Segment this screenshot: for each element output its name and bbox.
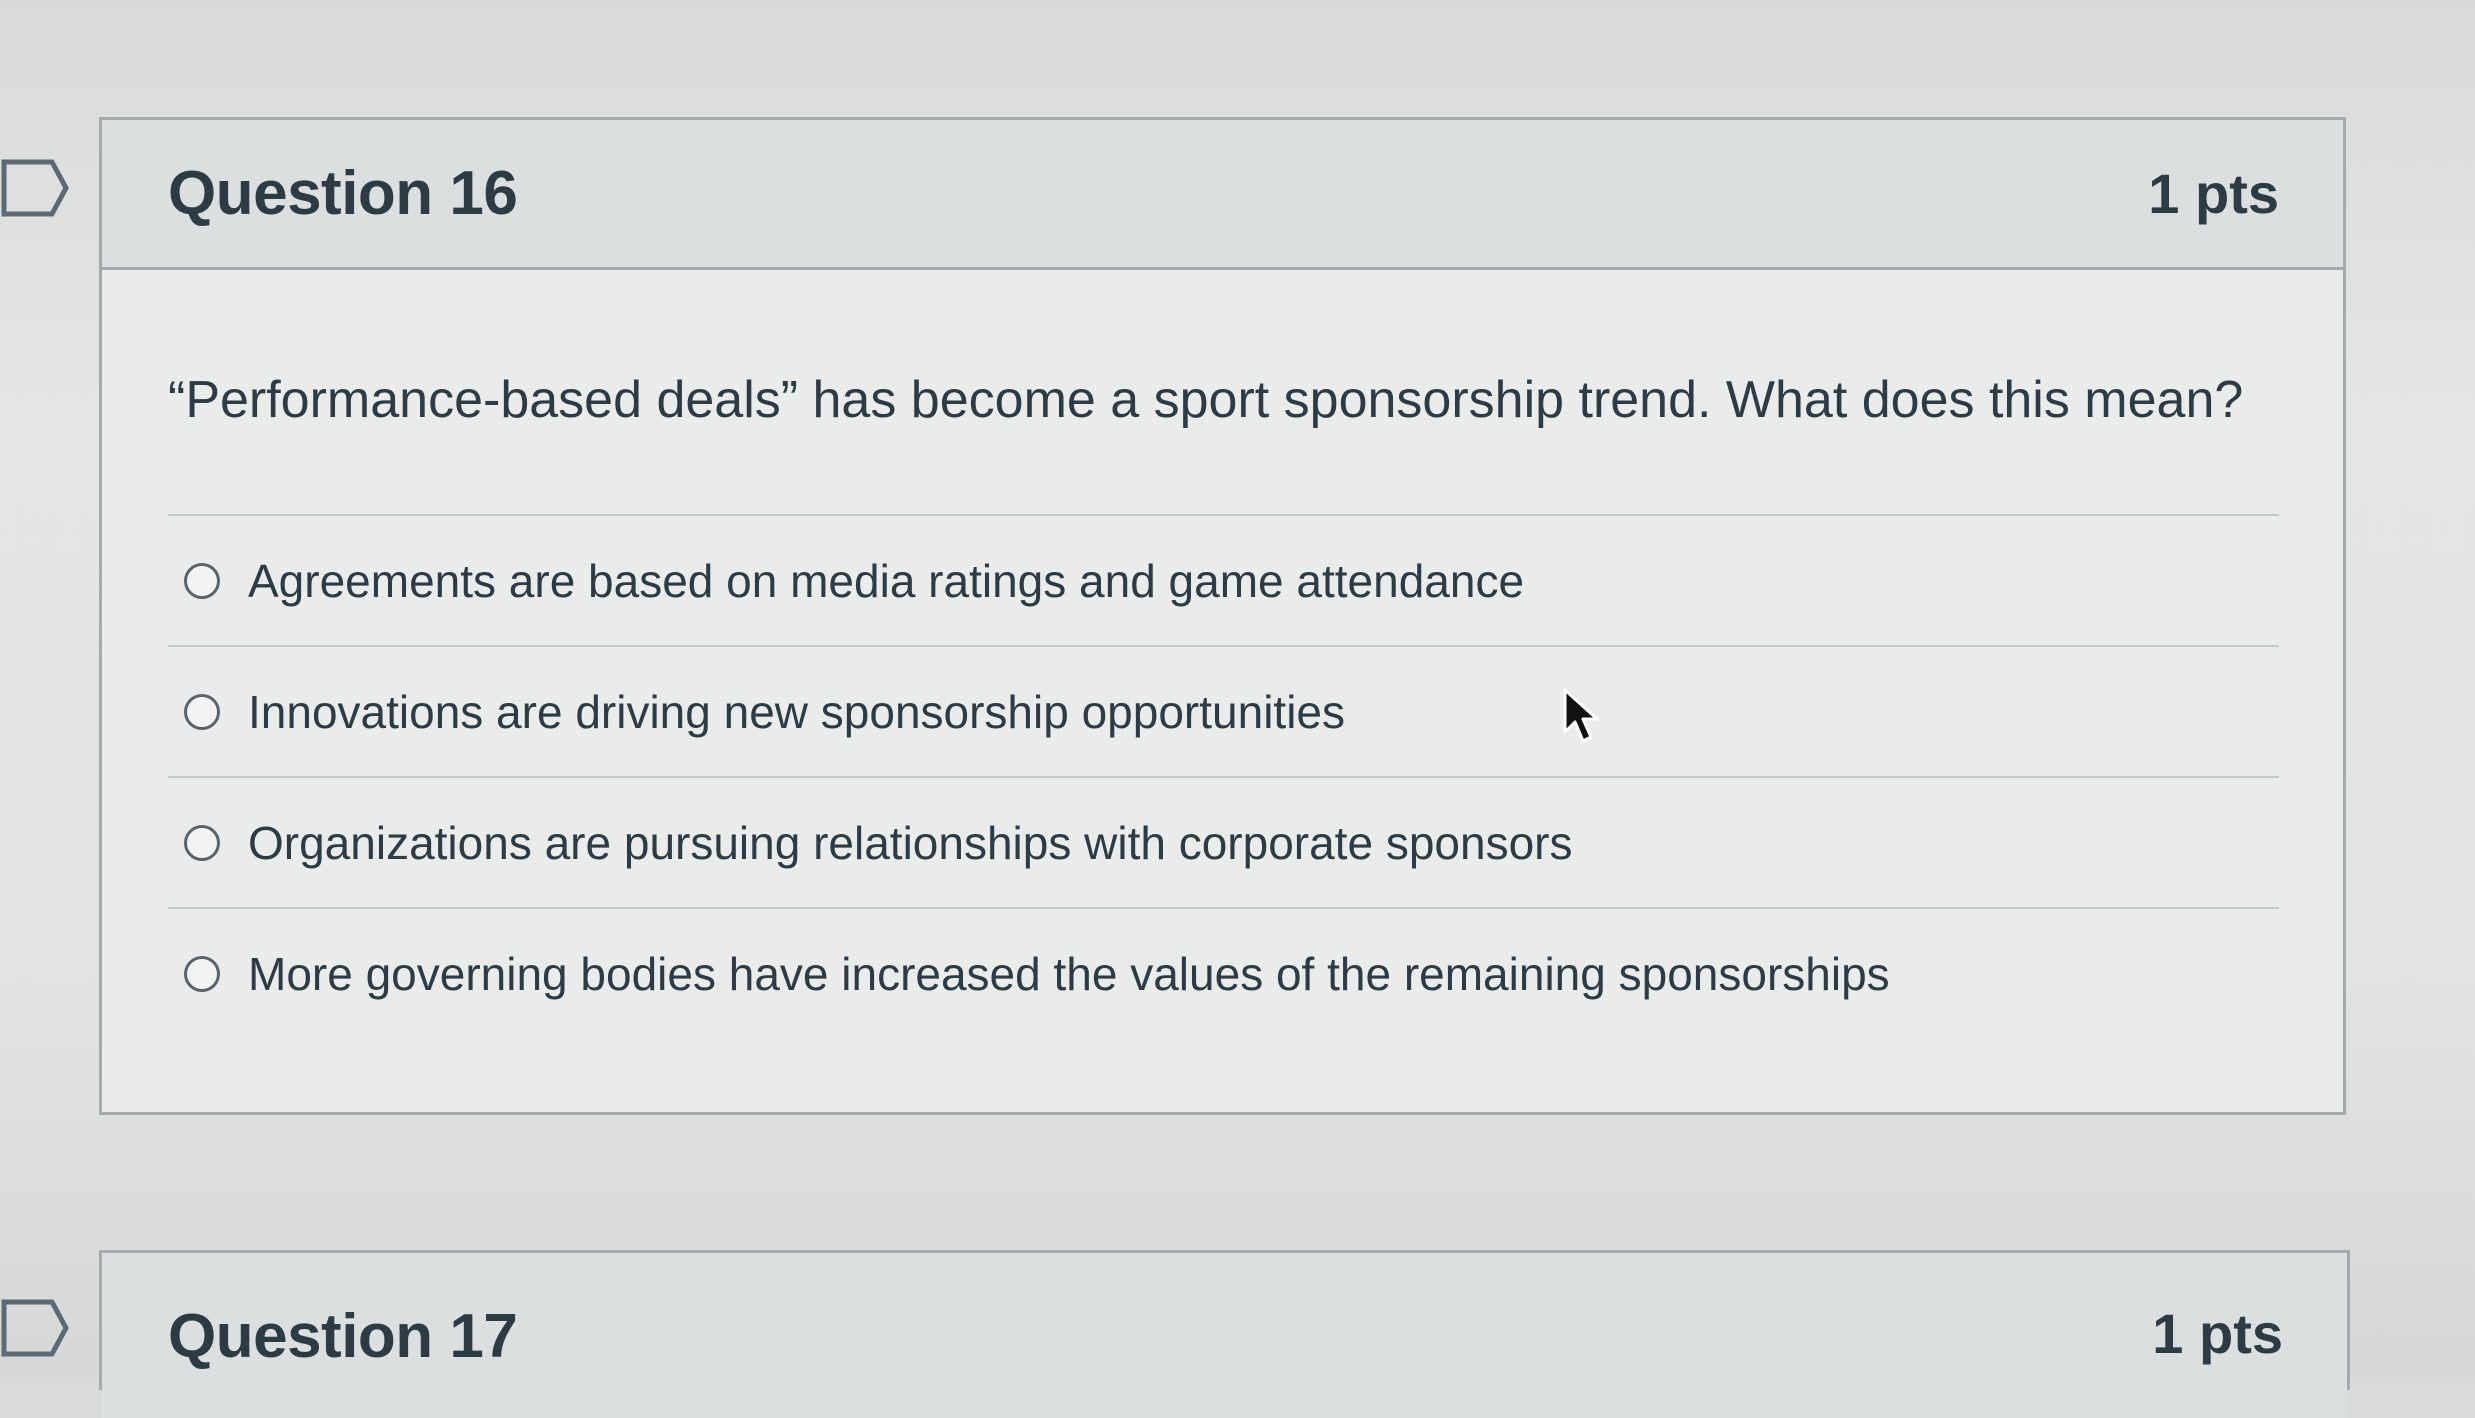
answer-option[interactable]: Agreements are based on media ratings an… [168, 514, 2279, 645]
answer-option[interactable]: Organizations are pursuing relationships… [168, 776, 2279, 907]
radio-button[interactable] [184, 955, 220, 992]
flag-question-icon[interactable] [0, 158, 70, 218]
question-body: “Performance-based deals” has become a s… [102, 270, 2343, 1038]
answer-option[interactable]: Innovations are driving new sponsorship … [168, 645, 2279, 776]
question-header: Question 17 1 pts [102, 1253, 2347, 1418]
question-points: 1 pts [2152, 1302, 2283, 1365]
question-title: Question 17 [168, 1302, 518, 1371]
answer-label[interactable]: Agreements are based on media ratings an… [248, 554, 1524, 608]
question-points: 1 pts [2148, 162, 2279, 225]
flag-question-icon[interactable] [0, 1298, 70, 1358]
question-header: Question 16 1 pts [102, 120, 2343, 270]
question-card-16: Question 16 1 pts “Performance-based dea… [99, 117, 2346, 1115]
question-title: Question 16 [168, 159, 518, 228]
question-card-17: Question 17 1 pts [99, 1250, 2350, 1418]
mouse-pointer-icon [1562, 688, 1602, 746]
answer-label[interactable]: Organizations are pursuing relationships… [248, 816, 1572, 870]
radio-button[interactable] [184, 824, 220, 861]
question-prompt: “Performance-based deals” has become a s… [168, 371, 2244, 429]
answer-label[interactable]: Innovations are driving new sponsorship … [248, 685, 1345, 739]
answer-option[interactable]: More governing bodies have increased the… [168, 907, 2279, 1038]
radio-button[interactable] [184, 693, 220, 730]
answer-list: Agreements are based on media ratings an… [168, 514, 2279, 1038]
answer-label[interactable]: More governing bodies have increased the… [248, 947, 1890, 1001]
radio-button[interactable] [184, 562, 220, 599]
